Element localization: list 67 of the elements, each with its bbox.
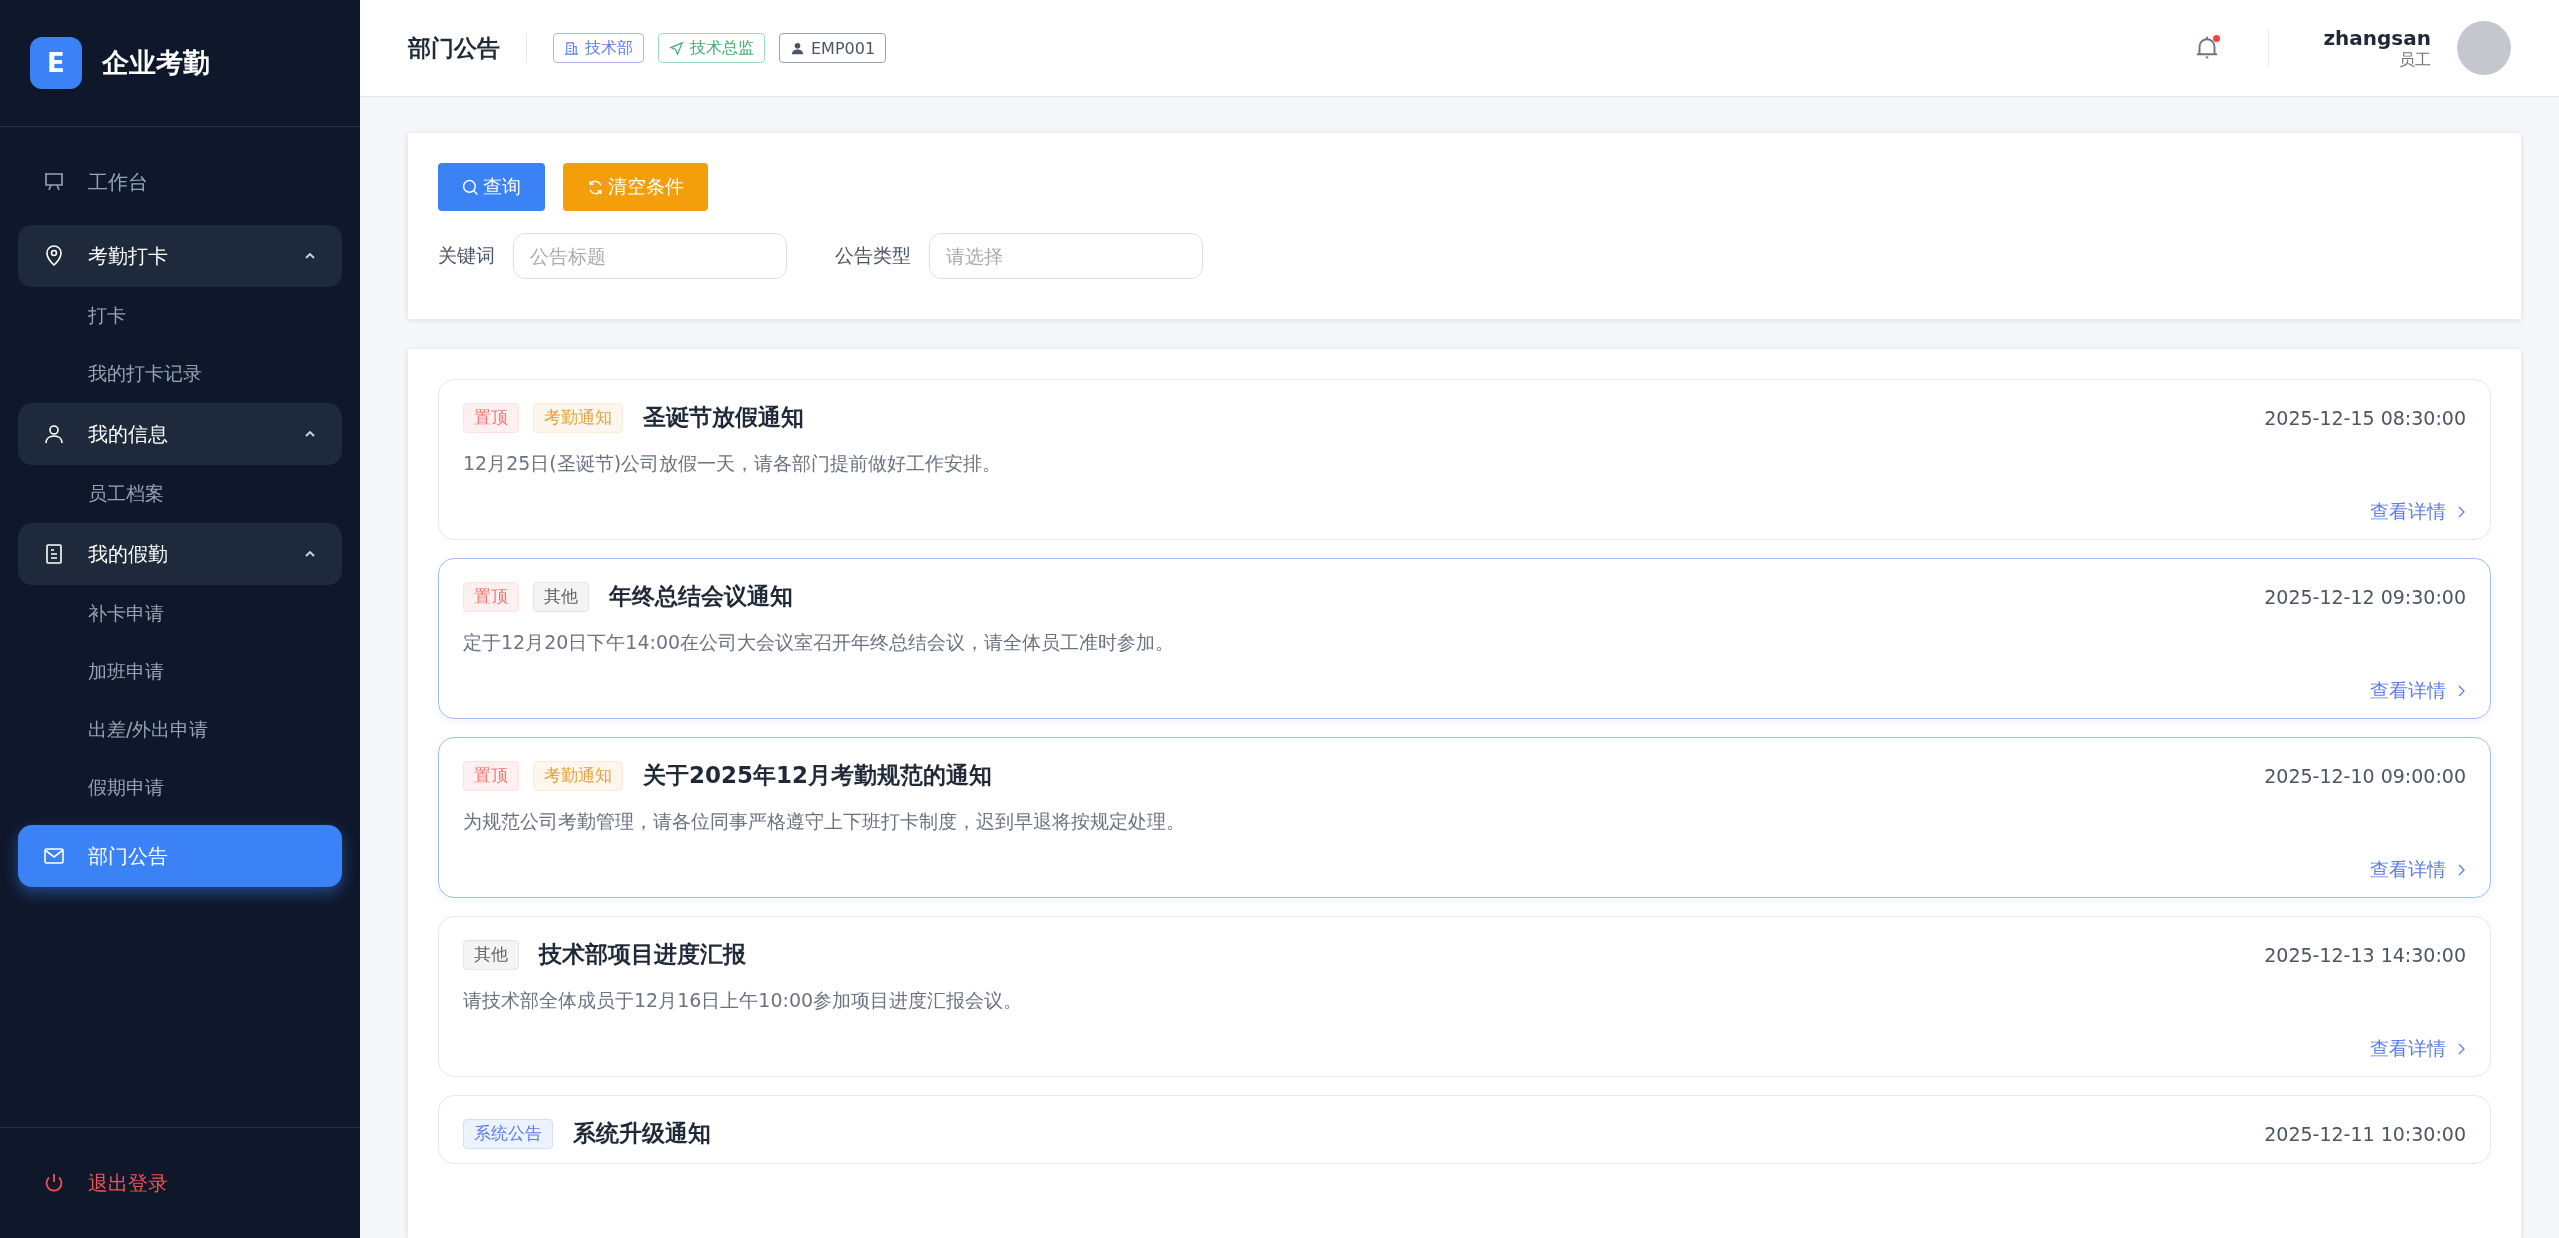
- notice-time: 2025-12-15 08:30:00: [2264, 406, 2466, 429]
- notice-title: 技术部项目进度汇报: [539, 940, 746, 969]
- notice-tag: 考勤通知: [533, 402, 623, 433]
- notice-summary: 定于12月20日下午14:00在公司大会议室召开年终总结会议，请全体员工准时参加。: [463, 630, 1176, 655]
- chevron-right-icon: [2456, 684, 2466, 698]
- notice-time: 2025-12-11 10:30:00: [2264, 1122, 2466, 1145]
- notice-card[interactable]: 系统公告 系统升级通知 2025-12-11 10:30:00: [438, 1095, 2491, 1164]
- chevron-right-icon: [2456, 505, 2466, 519]
- search-button[interactable]: 查询: [438, 163, 545, 211]
- app-logo: E: [30, 37, 82, 89]
- sidebar-subitem[interactable]: 我的打卡记录: [18, 345, 342, 403]
- notice-title: 圣诞节放假通知: [643, 403, 804, 432]
- notice-tag: 置顶: [463, 581, 519, 612]
- notice-card[interactable]: 其他 技术部项目进度汇报 2025-12-13 14:30:00 请技术部全体成员于12月16日上午10:00参加项目进度汇报会议。 查看详情: [438, 916, 2491, 1077]
- sidebar-subitem[interactable]: 员工档案: [18, 465, 342, 523]
- sidebar-group[interactable]: 我的信息: [18, 403, 342, 465]
- view-details-link[interactable]: 查看详情: [2370, 1036, 2466, 1062]
- notice-tag: 其他: [463, 939, 519, 970]
- notice-summary: 12月25日(圣诞节)公司放假一天，请各部门提前做好工作安排。: [463, 451, 1003, 476]
- refresh-icon: [587, 178, 604, 196]
- view-details-link[interactable]: 查看详情: [2370, 857, 2466, 883]
- chevron-right-icon: [2456, 1042, 2466, 1056]
- sidebar-subitem[interactable]: 假期申请: [18, 759, 342, 817]
- notice-card[interactable]: 置顶 考勤通知 关于2025年12月考勤规范的通知 2025-12-10 09:00:00 为规范公司考勤管理，请各位同事严格遵守上下班打卡制度，迟到早退将按规定处理。 查看详情: [438, 737, 2491, 898]
- navigation-arrow-icon: [669, 40, 684, 56]
- field-label: 公告类型: [835, 243, 911, 268]
- input-field[interactable]: 请选择: [929, 233, 1203, 279]
- sidebar-subitem[interactable]: 加班申请: [18, 643, 342, 701]
- search-icon: [462, 178, 479, 196]
- info-badge: 技术部: [553, 33, 644, 63]
- sidebar-item[interactable]: 部门公告: [18, 825, 342, 887]
- notice-tag: 考勤通知: [533, 760, 623, 791]
- view-details-link[interactable]: 查看详情: [2370, 678, 2466, 704]
- user-icon: [42, 422, 66, 446]
- user-name: zhangsan: [2323, 25, 2431, 50]
- sidebar-subitem[interactable]: 出差/外出申请: [18, 701, 342, 759]
- notice-summary: 为规范公司考勤管理，请各位同事严格遵守上下班打卡制度，迟到早退将按规定处理。: [463, 809, 1186, 834]
- chevron-right-icon: [2456, 863, 2466, 877]
- sidebar-item[interactable]: 工作台: [18, 151, 342, 213]
- notice-summary: 请技术部全体成员于12月16日上午10:00参加项目进度汇报会议。: [463, 988, 1024, 1013]
- notice-tag: 系统公告: [463, 1118, 553, 1149]
- sidebar-subitem[interactable]: 补卡申请: [18, 585, 342, 643]
- notice-time: 2025-12-12 09:30:00: [2264, 585, 2466, 608]
- notice-title: 关于2025年12月考勤规范的通知: [643, 761, 993, 790]
- notice-title: 系统升级通知: [573, 1119, 711, 1148]
- info-badge: EMP001: [779, 33, 887, 63]
- notice-tag: 置顶: [463, 760, 519, 791]
- field-label: 关键词: [438, 243, 495, 268]
- app-name: 企业考勤: [102, 46, 210, 80]
- building-icon: [564, 40, 579, 56]
- notice-tag: 其他: [533, 581, 589, 612]
- input-field[interactable]: 公告标题: [513, 233, 787, 279]
- view-details-link[interactable]: 查看详情: [2370, 499, 2466, 525]
- notice-card[interactable]: 置顶 考勤通知 圣诞节放假通知 2025-12-15 08:30:00 12月25日(圣诞节)公司放假一天，请各部门提前做好工作安排。 查看详情: [438, 379, 2491, 540]
- notice-time: 2025-12-10 09:00:00: [2264, 764, 2466, 787]
- notice-time: 2025-12-13 14:30:00: [2264, 943, 2466, 966]
- notice-title: 年终总结会议通知: [609, 582, 793, 611]
- user-icon: [790, 40, 805, 56]
- logout-button[interactable]: 退出登录: [42, 1169, 168, 1197]
- notice-tag: 置顶: [463, 402, 519, 433]
- page-title: 部门公告: [408, 33, 500, 63]
- sidebar-group[interactable]: 我的假勤: [18, 523, 342, 585]
- user-role: 员工: [2399, 49, 2431, 71]
- info-badge: 技术总监: [658, 33, 765, 63]
- sidebar-subitem[interactable]: 打卡: [18, 287, 342, 345]
- sidebar-group[interactable]: 考勤打卡: [18, 225, 342, 287]
- notice-card[interactable]: 置顶 其他 年终总结会议通知 2025-12-12 09:30:00 定于12月20日下午14:00在公司大会议室召开年终总结会议，请全体员工准时参加。 查看详情: [438, 558, 2491, 719]
